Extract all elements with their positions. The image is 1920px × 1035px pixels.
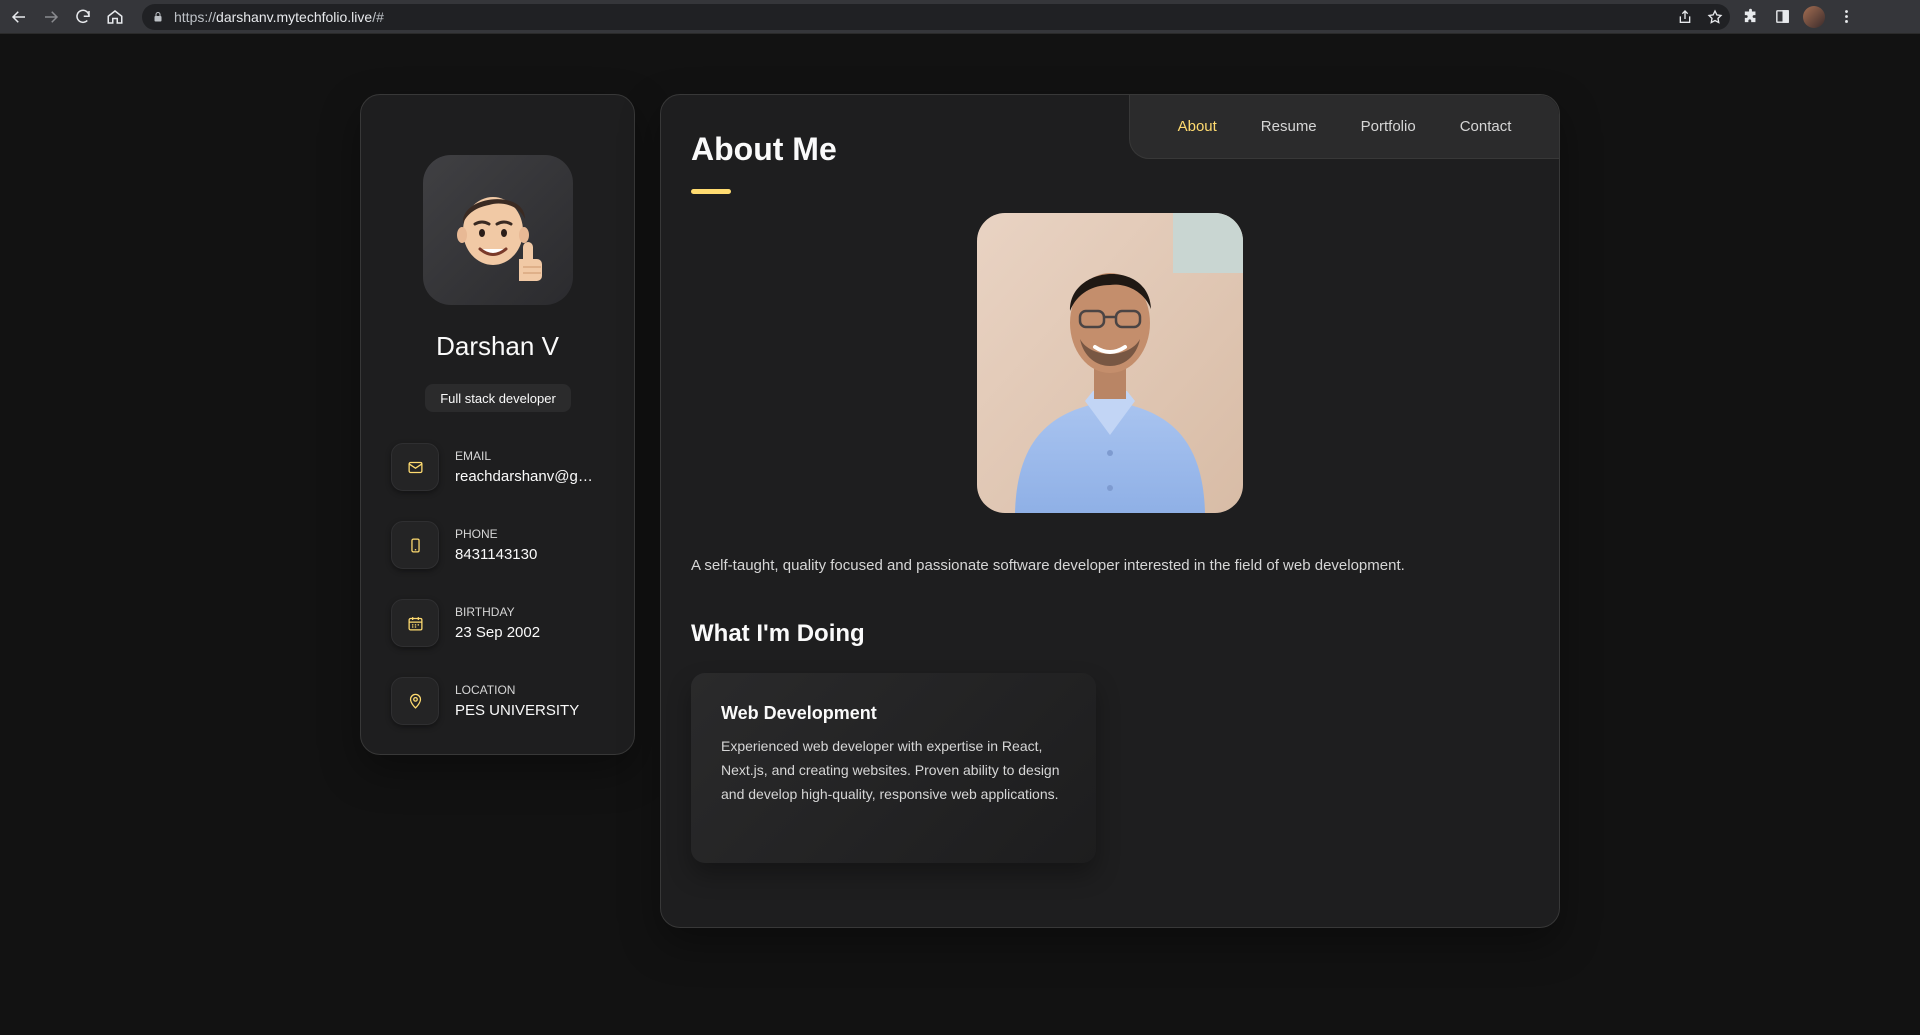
menu-kebab-icon[interactable]: [1830, 4, 1862, 30]
nav-portfolio[interactable]: Portfolio: [1361, 118, 1416, 135]
lock-icon: [154, 11, 162, 21]
title-underline: [691, 189, 731, 194]
profile-avatar[interactable]: [1798, 4, 1830, 30]
url-host: darshanv.mytechfolio.live: [216, 8, 373, 25]
contact-item-email: Email reachdarshanv@gmail.com: [391, 443, 621, 493]
side-panel-icon[interactable]: [1766, 4, 1798, 30]
birthday-value: 23 Sep 2002: [455, 624, 541, 641]
nav-about[interactable]: About: [1178, 118, 1217, 135]
contact-item-phone: Phone 8431143130: [391, 521, 621, 571]
share-icon[interactable]: [1670, 4, 1700, 30]
contact-title: Location: [455, 683, 516, 697]
browser-toolbar: https://darshanv.mytechfolio.live/#: [0, 0, 1920, 34]
back-icon[interactable]: [6, 4, 32, 30]
nav-resume[interactable]: Resume: [1261, 118, 1317, 135]
contact-title: Email: [455, 449, 492, 463]
reload-icon[interactable]: [70, 4, 96, 30]
main-navbar: About Resume Portfolio Contact: [1129, 95, 1559, 159]
url-scheme: https://: [174, 8, 217, 25]
email-link[interactable]: reachdarshanv@gmail.com: [455, 468, 605, 485]
profile-name: Darshan V: [436, 331, 559, 361]
about-description: A self-taught, quality focused and passi…: [691, 557, 1405, 574]
mail-icon: [391, 443, 439, 491]
service-description: Experienced web developer with expertise…: [721, 738, 1060, 802]
calendar-icon: [391, 599, 439, 647]
location-value: PES UNIVERSITY: [455, 702, 580, 719]
memoji-avatar-icon: [457, 197, 542, 281]
contact-item-birthday: Birthday 23 Sep 2002: [391, 599, 621, 649]
location-pin-icon: [391, 677, 439, 725]
section-heading-services: What I'm Doing: [691, 620, 865, 647]
contact-item-location: Location PES UNIVERSITY: [391, 677, 621, 727]
contact-title: Phone: [455, 527, 498, 541]
bookmark-star-icon[interactable]: [1700, 4, 1730, 30]
contact-title: Birthday: [455, 605, 515, 619]
role-badge: Full stack developer: [425, 384, 571, 412]
address-bar[interactable]: https://darshanv.mytechfolio.live/#: [142, 3, 1730, 30]
nav-contact[interactable]: Contact: [1460, 118, 1512, 135]
page-title: About Me: [691, 131, 837, 167]
about-article: About Resume Portfolio Contact About Me: [660, 94, 1560, 928]
phone-icon: [391, 521, 439, 569]
avatar: [423, 155, 573, 305]
service-card-web-development: Web Development Experienced web develope…: [691, 673, 1096, 863]
extensions-icon[interactable]: [1734, 4, 1766, 30]
forward-icon[interactable]: [38, 4, 64, 30]
home-icon[interactable]: [102, 4, 128, 30]
url-path: /#: [372, 8, 384, 25]
phone-link[interactable]: 8431143130: [455, 546, 605, 563]
profile-photo: [977, 213, 1243, 513]
profile-sidebar: Darshan V Full stack developer Email rea…: [360, 94, 635, 755]
service-title: Web Development: [721, 703, 877, 723]
